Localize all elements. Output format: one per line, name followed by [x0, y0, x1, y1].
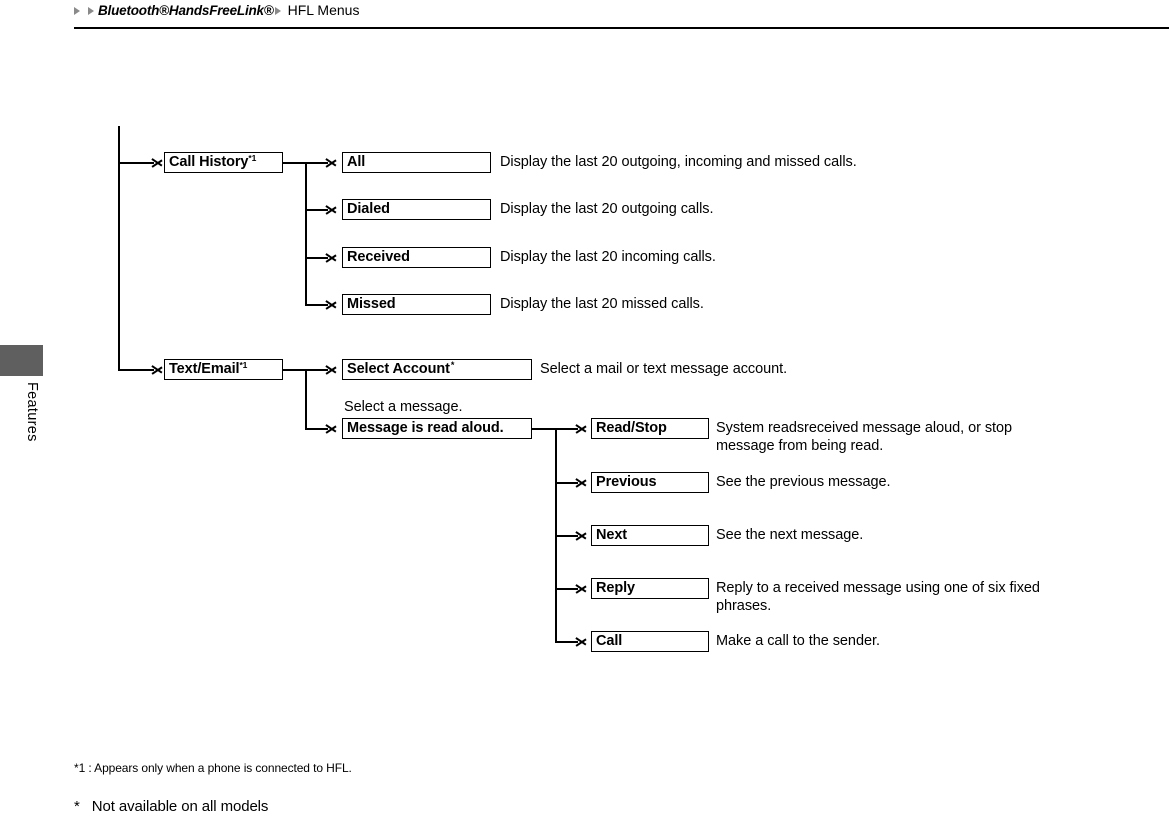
arrow-icon-call: [576, 634, 587, 650]
branch-previous: [555, 482, 578, 484]
arrow-icon-read-stop: [576, 421, 587, 437]
node-dialed[interactable]: Dialed: [342, 199, 491, 220]
desc-call: Make a call to the sender.: [716, 633, 880, 649]
node-next-label: Next: [596, 527, 628, 544]
arrow-icon-all: [326, 155, 337, 171]
arrow-icon-next: [576, 528, 587, 544]
branch-read-stop: [555, 428, 578, 430]
desc-read-stop: System readsreceived message aloud, or s…: [716, 420, 1013, 454]
node-message-read-aloud[interactable]: Message is read aloud.: [342, 418, 532, 439]
trunk-branch-call-history: [118, 162, 154, 164]
node-text-email[interactable]: Text/Email *1: [164, 359, 283, 380]
section-tab-marker: [0, 345, 43, 376]
branch-select-account: [305, 369, 328, 371]
arrow-icon-dialed: [326, 202, 337, 218]
node-received-label: Received: [347, 249, 410, 266]
arrow-icon-message-read: [326, 421, 337, 437]
node-text-email-footnote: *1: [239, 360, 248, 371]
arrow-icon-missed: [326, 297, 337, 313]
branch-message-read: [305, 428, 328, 430]
node-missed-label: Missed: [347, 296, 396, 313]
node-read-stop-label: Read/Stop: [596, 420, 667, 437]
text-email-stem: [283, 369, 307, 371]
trunk-branch-text-email: [118, 369, 154, 371]
message-stem: [532, 428, 557, 430]
breadcrumb-item-hfl-menus[interactable]: HFL Menus: [288, 2, 360, 18]
node-read-stop[interactable]: Read/Stop: [591, 418, 709, 439]
branch-reply: [555, 588, 578, 590]
node-message-read-aloud-label: Message is read aloud: [347, 420, 500, 437]
footnote-2-text: Not available on all models: [91, 798, 269, 815]
branch-all: [305, 162, 328, 164]
branch-next: [555, 535, 578, 537]
node-call-history-footnote: *1: [248, 153, 257, 164]
arrow-icon-select-account: [326, 362, 337, 378]
node-select-account[interactable]: Select Account *: [342, 359, 532, 380]
footnote-2: * Not available on all models: [74, 798, 268, 815]
node-call[interactable]: Call: [591, 631, 709, 652]
arrow-icon-received: [326, 250, 337, 266]
node-all[interactable]: All: [342, 152, 491, 173]
desc-received: Display the last 20 incoming calls.: [500, 249, 716, 265]
desc-missed: Display the last 20 missed calls.: [500, 296, 704, 312]
breadcrumb: Bluetooth®HandsFreeLink® HFL Menus: [74, 0, 359, 20]
node-reply-label: Reply: [596, 580, 635, 597]
node-message-read-aloud-trail: .: [499, 420, 504, 437]
node-all-label: All: [347, 154, 366, 171]
desc-previous: See the previous message.: [716, 474, 891, 490]
node-dialed-label: Dialed: [347, 201, 390, 218]
desc-dialed: Display the last 20 outgoing calls.: [500, 201, 714, 217]
arrow-icon-previous: [576, 475, 587, 491]
text-email-bus: [305, 369, 307, 428]
node-previous-label: Previous: [596, 474, 657, 491]
branch-missed: [305, 304, 328, 306]
desc-select-account: Select a mail or text message account.: [540, 361, 788, 377]
breadcrumb-arrow-icon: [74, 7, 80, 15]
arrow-icon-text-email: [152, 362, 163, 378]
node-reply[interactable]: Reply: [591, 578, 709, 599]
arrow-icon-reply: [576, 581, 587, 597]
call-history-stem: [283, 162, 307, 164]
branch-call: [555, 641, 578, 643]
label-select-a-message: Select a message.: [344, 399, 463, 415]
branch-received: [305, 257, 328, 259]
breadcrumb-arrow-icon-2: [88, 7, 94, 15]
node-next[interactable]: Next: [591, 525, 709, 546]
node-previous[interactable]: Previous: [591, 472, 709, 493]
node-call-history-label: Call History: [169, 154, 249, 171]
desc-reply: Reply to a received message using one of…: [716, 580, 1040, 614]
node-call-history[interactable]: Call History *1: [164, 152, 283, 173]
branch-dialed: [305, 209, 328, 211]
node-call-label: Call: [596, 633, 623, 650]
node-select-account-label: Select Account: [347, 361, 450, 378]
node-received[interactable]: Received: [342, 247, 491, 268]
desc-all: Display the last 20 outgoing, incoming a…: [500, 154, 857, 170]
footnote-2-marker: *: [74, 798, 80, 815]
desc-next: See the next message.: [716, 527, 864, 543]
node-text-email-label: Text/Email: [169, 361, 240, 378]
node-missed[interactable]: Missed: [342, 294, 491, 315]
breadcrumb-arrow-icon-3: [274, 7, 281, 15]
call-history-bus: [305, 162, 307, 306]
arrow-icon-call-history: [152, 155, 163, 171]
footnote-1: *1 : Appears only when a phone is connec…: [74, 761, 352, 775]
header-divider: [74, 27, 1169, 29]
breadcrumb-item-bluetooth[interactable]: Bluetooth®HandsFreeLink®: [98, 3, 274, 18]
node-select-account-footnote: *: [450, 360, 455, 370]
section-tab-label: Features: [24, 382, 40, 442]
